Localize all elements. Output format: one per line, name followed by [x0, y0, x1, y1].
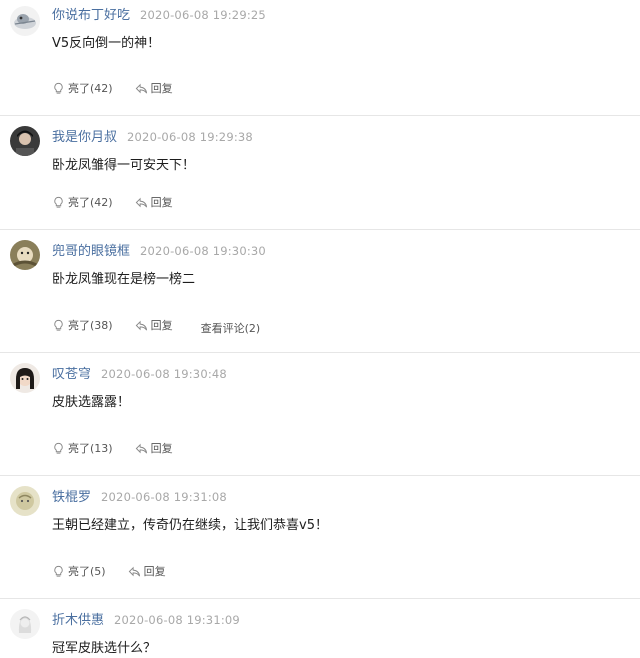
reply-label: 回复	[150, 82, 173, 95]
lightbulb-icon	[54, 442, 63, 454]
like-count-label: 亮了(42)	[68, 82, 113, 95]
timestamp: 2020-06-08 19:31:08	[101, 490, 227, 504]
comment-item: 你说布丁好吃 2020-06-08 19:29:25 V5反向倒一的神！ 亮了(4…	[0, 0, 640, 116]
username[interactable]: 兜哥的眼镜框	[52, 244, 130, 259]
lightbulb-icon	[54, 82, 63, 94]
like-button[interactable]: 亮了(13)	[52, 440, 113, 456]
like-button[interactable]: 亮了(42)	[52, 194, 113, 210]
reply-label: 回复	[143, 565, 166, 578]
comment-text: 王朝已经建立，传奇仍在继续，让我们恭喜v5！	[52, 518, 328, 533]
username[interactable]: 我是你月叔	[52, 130, 117, 145]
comment-item: 我是你月叔 2020-06-08 19:29:38 卧龙凤雏得一可安天下！ 亮了(…	[0, 116, 640, 230]
username[interactable]: 叹苍穹	[52, 367, 91, 382]
reply-arrow-icon	[135, 83, 147, 93]
reply-button[interactable]: 回复	[135, 194, 173, 210]
reply-label: 回复	[150, 196, 173, 209]
reply-button[interactable]: 回复	[135, 440, 173, 456]
lightbulb-icon	[54, 565, 63, 577]
avatar[interactable]	[10, 363, 40, 393]
comment-item: 叹苍穹 2020-06-08 19:30:48 皮肤选露露！ 亮了(13) 回复	[0, 353, 640, 476]
lightbulb-icon	[54, 196, 63, 208]
comment-item: 折木供惠 2020-06-08 19:31:09 冠军皮肤选什么？	[0, 599, 640, 658]
like-count-label: 亮了(13)	[68, 442, 113, 455]
timestamp: 2020-06-08 19:29:38	[127, 130, 253, 144]
like-count-label: 亮了(38)	[68, 319, 113, 332]
like-button[interactable]: 亮了(42)	[52, 80, 113, 96]
reply-arrow-icon	[128, 566, 140, 576]
reply-arrow-icon	[135, 443, 147, 453]
username[interactable]: 铁棍罗	[52, 490, 91, 505]
view-replies-link[interactable]: 查看评论(2)	[201, 320, 261, 336]
comment-text: 卧龙凤雏现在是榜一榜二	[52, 272, 196, 287]
avatar[interactable]	[10, 486, 40, 516]
avatar[interactable]	[10, 126, 40, 156]
reply-label: 回复	[150, 319, 173, 332]
like-count-label: 亮了(5)	[68, 565, 106, 578]
reply-button[interactable]: 回复	[135, 80, 173, 96]
avatar[interactable]	[10, 6, 40, 36]
reply-arrow-icon	[135, 197, 147, 207]
avatar[interactable]	[10, 240, 40, 270]
username[interactable]: 折木供惠	[52, 613, 104, 628]
reply-button[interactable]: 回复	[128, 563, 166, 579]
reply-button[interactable]: 回复	[135, 317, 173, 333]
avatar[interactable]	[10, 609, 40, 639]
view-replies-label: 查看评论(2)	[200, 321, 261, 335]
username[interactable]: 你说布丁好吃	[52, 8, 130, 23]
comment-item: 兜哥的眼镜框 2020-06-08 19:30:30 卧龙凤雏现在是榜一榜二 亮了…	[0, 230, 640, 353]
comment-text: 皮肤选露露！	[52, 395, 131, 410]
timestamp: 2020-06-08 19:31:09	[114, 613, 240, 627]
reply-label: 回复	[150, 442, 173, 455]
timestamp: 2020-06-08 19:29:25	[140, 8, 266, 22]
like-button[interactable]: 亮了(38)	[52, 317, 113, 333]
lightbulb-icon	[54, 319, 63, 331]
comment-text: 冠军皮肤选什么？	[52, 641, 157, 656]
reply-arrow-icon	[135, 320, 147, 330]
like-count-label: 亮了(42)	[68, 196, 113, 209]
comment-feed: 你说布丁好吃 2020-06-08 19:29:25 V5反向倒一的神！ 亮了(4…	[0, 0, 640, 658]
comment-text: 卧龙凤雏得一可安天下！	[52, 158, 196, 173]
timestamp: 2020-06-08 19:30:48	[101, 367, 227, 381]
comment-item: 铁棍罗 2020-06-08 19:31:08 王朝已经建立，传奇仍在继续，让我们…	[0, 476, 640, 599]
timestamp: 2020-06-08 19:30:30	[140, 244, 266, 258]
comment-text: V5反向倒一的神！	[52, 36, 161, 51]
like-button[interactable]: 亮了(5)	[52, 563, 106, 579]
